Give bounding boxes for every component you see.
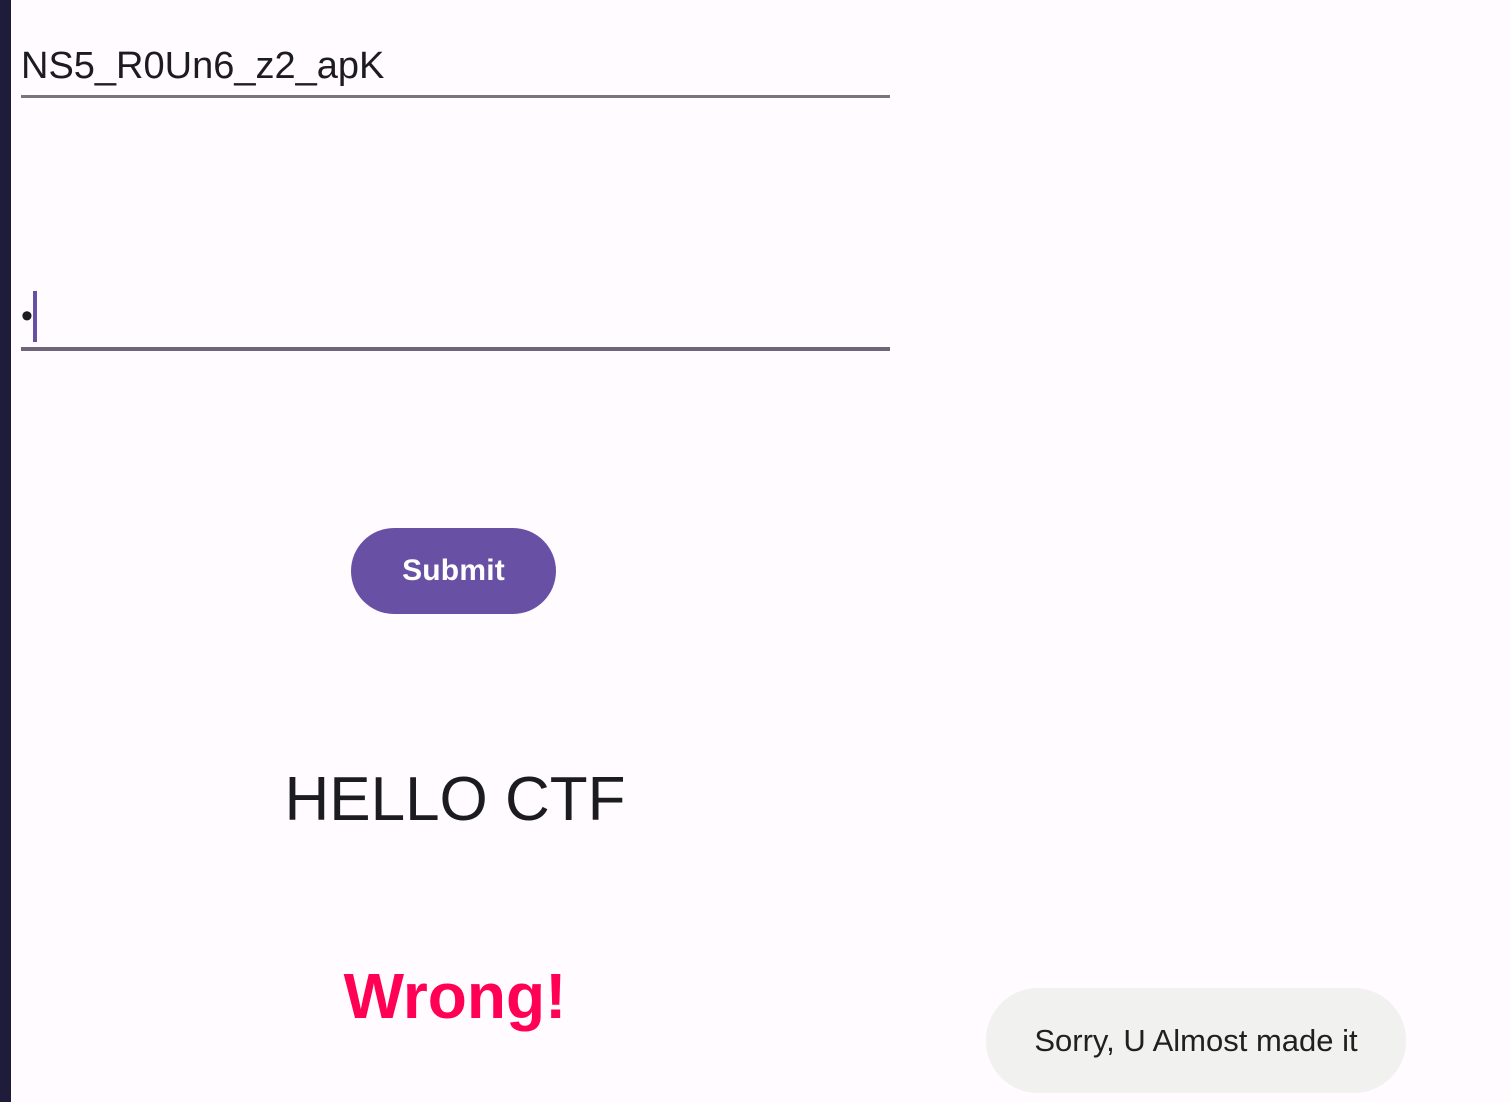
left-edge-divider (0, 0, 11, 1102)
first-field-value: NS5_R0Un6_z2_apK (21, 45, 385, 87)
text-cursor (33, 291, 37, 342)
result-label: Wrong! (343, 960, 567, 1032)
submit-button[interactable]: Submit (351, 528, 556, 614)
toast-message: Sorry, U Almost made it (986, 988, 1406, 1093)
first-text-field[interactable]: NS5_R0Un6_z2_apK (21, 36, 890, 98)
first-field-underline (21, 95, 890, 98)
second-field-value: • (21, 297, 33, 335)
page-title: HELLO CTF (284, 765, 626, 834)
second-field-underline (21, 347, 890, 351)
second-text-field[interactable]: • (21, 282, 890, 351)
